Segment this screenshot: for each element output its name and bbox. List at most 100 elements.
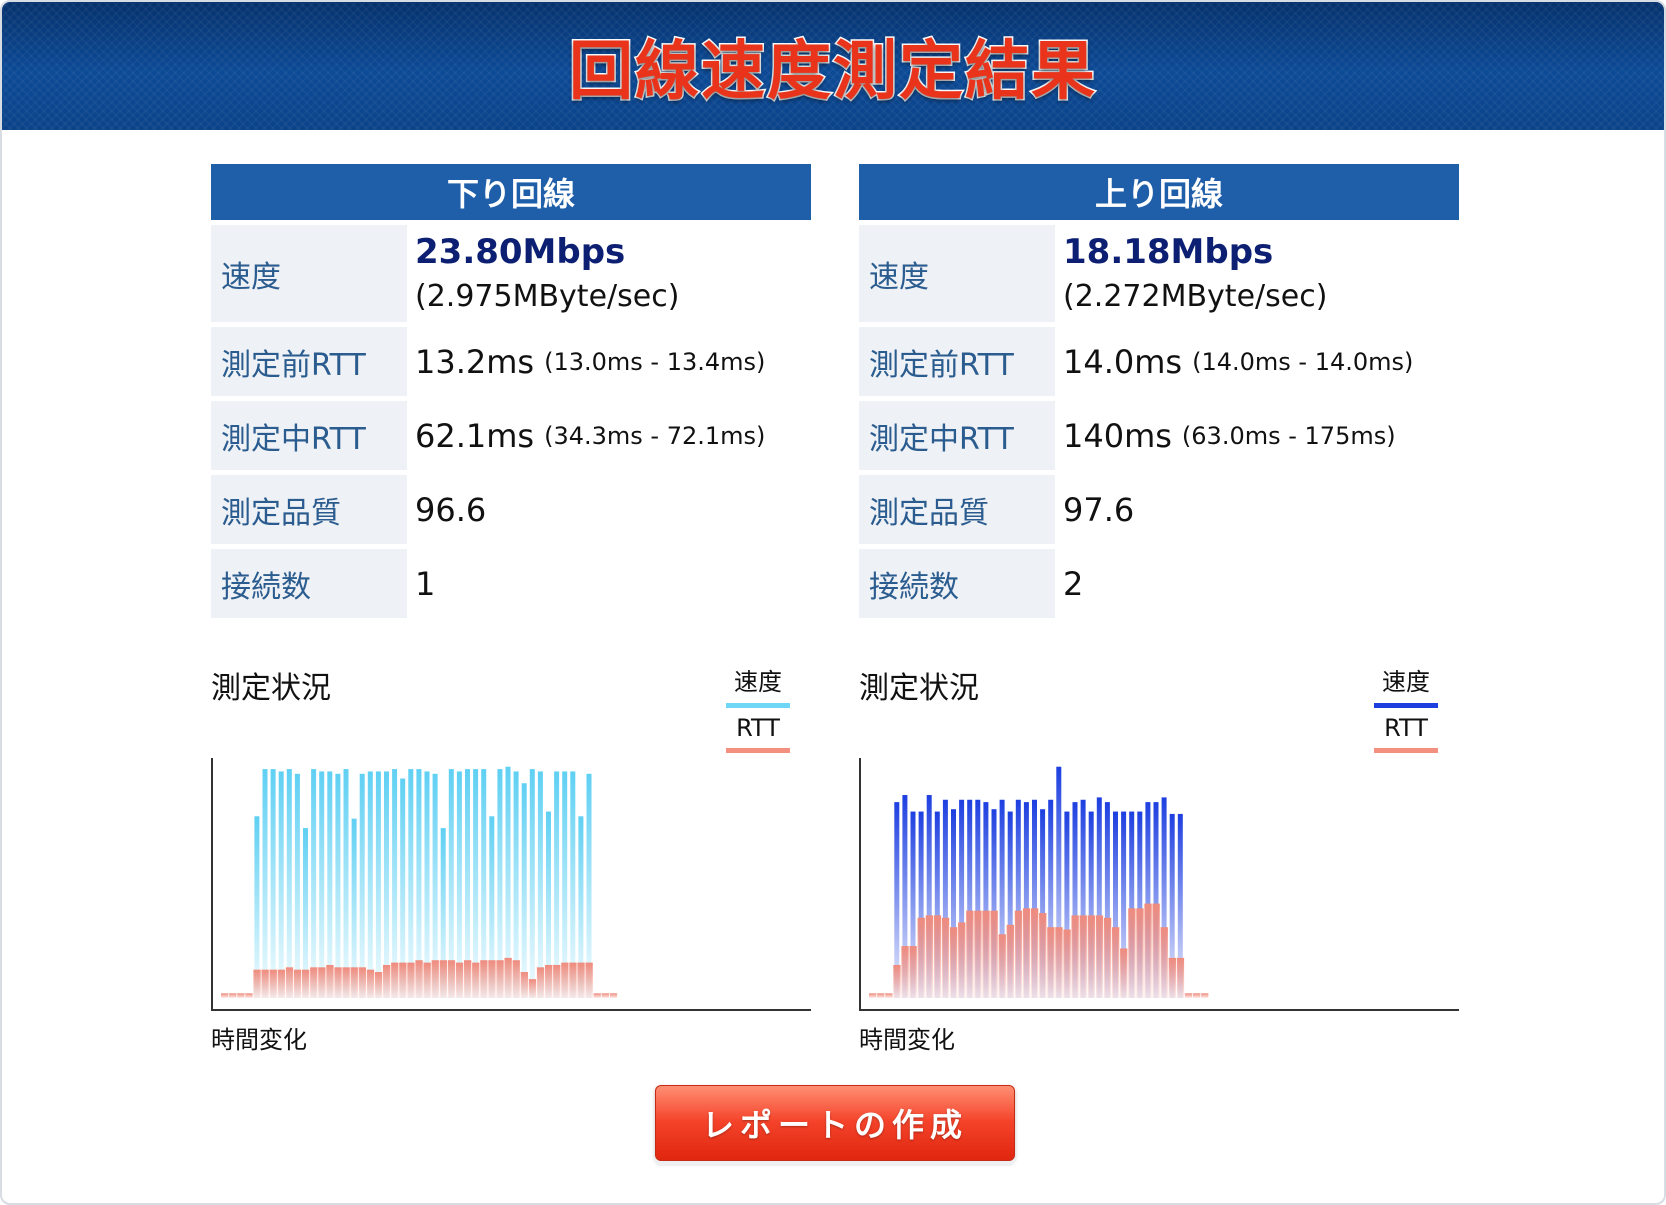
- rtt-bar: [496, 960, 504, 998]
- rtt-bar: [520, 972, 528, 998]
- rtt-before-range: (14.0ms - 14.0ms): [1192, 347, 1414, 376]
- rtt-bar: [561, 962, 569, 998]
- downlink-status-title: 測定状況: [211, 671, 331, 706]
- quality-label: 測定品質: [211, 475, 407, 544]
- rtt-before-label: 測定前RTT: [859, 327, 1055, 396]
- rtt-bar: [1055, 927, 1063, 998]
- rtt-bar: [1152, 903, 1160, 998]
- speed-bar: [384, 771, 389, 998]
- downlink-heading: 下り回線: [211, 164, 811, 220]
- rtt-bar: [261, 969, 269, 998]
- rtt-bar: [593, 993, 601, 998]
- rtt-bar: [974, 910, 982, 998]
- rtt-bar: [334, 967, 342, 998]
- speed-mbyte: (2.975MByte/sec): [415, 278, 680, 314]
- rtt-bar: [569, 962, 577, 998]
- rtt-bar: [229, 993, 237, 998]
- uplink-time-label: 時間変化: [859, 1026, 955, 1054]
- rtt-bar: [990, 910, 998, 998]
- rtt-bar: [221, 993, 229, 998]
- speed-mbps: 23.80Mbps: [415, 231, 626, 272]
- downlink-chart: [211, 758, 811, 1014]
- speed-bar: [278, 771, 284, 998]
- uplink-legend-speed: 速度: [1374, 662, 1438, 708]
- speed-bar: [286, 769, 292, 998]
- rtt-bar: [1071, 915, 1079, 998]
- rtt-bar: [1095, 915, 1104, 998]
- rtt-bar: [1063, 929, 1071, 998]
- rtt-before-main: 14.0ms: [1063, 342, 1183, 381]
- rtt-bar: [1031, 908, 1039, 998]
- uplink-legend-rtt: RTT: [1374, 714, 1438, 753]
- rtt-bar: [1039, 913, 1047, 998]
- rtt-during-value: 140ms (63.0ms - 175ms): [1055, 401, 1459, 470]
- legend-speed-label: 速度: [734, 668, 782, 696]
- rtt-bar: [245, 993, 253, 998]
- rtt-bar: [917, 917, 925, 998]
- connections-label: 接続数: [859, 549, 1055, 618]
- downlink-rtt-before-row: 測定前RTT 13.2ms (13.0ms - 13.4ms): [211, 327, 811, 396]
- rtt-bar: [941, 917, 950, 998]
- rtt-bar: [302, 969, 310, 998]
- rtt-bar: [1184, 993, 1193, 998]
- uplink-quality-row: 測定品質 97.6: [859, 475, 1459, 544]
- rtt-bar: [342, 967, 350, 998]
- speed-bar: [375, 771, 381, 998]
- downlink-panel: 下り回線 速度 23.80Mbps (2.975MByte/sec) 測定前RT…: [211, 164, 811, 618]
- uplink-status-title: 測定状況: [859, 671, 979, 706]
- uplink-chart: [859, 758, 1459, 1014]
- legend-speed-label: 速度: [1382, 668, 1430, 696]
- speed-mbyte: (2.272MByte/sec): [1063, 278, 1328, 314]
- rtt-bar: [318, 967, 326, 998]
- rtt-before-main: 13.2ms: [415, 342, 535, 381]
- downlink-legend-speed: 速度: [726, 662, 790, 708]
- rtt-bar: [958, 922, 966, 998]
- legend-rtt-swatch: [1374, 748, 1438, 753]
- rtt-bar: [374, 972, 383, 998]
- downlink-time-label: 時間変化: [211, 1026, 307, 1054]
- rtt-bar: [877, 993, 885, 998]
- rtt-bar: [528, 979, 537, 998]
- rtt-before-value: 13.2ms (13.0ms - 13.4ms): [407, 327, 811, 396]
- rtt-bar: [464, 960, 472, 998]
- rtt-bar: [536, 967, 545, 998]
- speed-bar: [262, 769, 268, 998]
- rtt-bar: [1136, 908, 1144, 998]
- rtt-bar: [1014, 910, 1023, 998]
- rtt-bar: [350, 967, 358, 998]
- rtt-bar: [431, 960, 439, 998]
- rtt-during-label: 測定中RTT: [859, 401, 1055, 470]
- rtt-during-range: (63.0ms - 175ms): [1181, 421, 1396, 450]
- rtt-bar: [488, 960, 496, 998]
- rtt-before-label: 測定前RTT: [211, 327, 407, 396]
- downlink-quality-row: 測定品質 96.6: [211, 475, 811, 544]
- rtt-bar: [455, 962, 464, 998]
- rtt-bar: [950, 927, 958, 998]
- rtt-bar: [577, 962, 585, 998]
- rtt-bar: [1112, 927, 1120, 998]
- rtt-before-range: (13.0ms - 13.4ms): [544, 347, 766, 376]
- uplink-connections-row: 接続数 2: [859, 549, 1459, 618]
- result-card: 回線速度測定結果 下り回線 速度 23.80Mbps (2.975MByte/s…: [0, 0, 1666, 1205]
- rtt-during-range: (34.3ms - 72.1ms): [544, 421, 766, 450]
- rtt-bar: [407, 962, 415, 998]
- rtt-bar: [601, 993, 609, 998]
- chart-svg: [859, 758, 1459, 1011]
- speed-bar: [319, 771, 325, 998]
- rtt-before-value: 14.0ms (14.0ms - 14.0ms): [1055, 327, 1459, 396]
- quality-value: 97.6: [1063, 490, 1135, 529]
- uplink-heading: 上り回線: [859, 164, 1459, 220]
- rtt-bar: [869, 993, 877, 998]
- rtt-bar: [982, 910, 990, 998]
- rtt-bar: [1103, 917, 1112, 998]
- create-report-button[interactable]: レポートの作成: [655, 1085, 1015, 1161]
- rtt-bar: [285, 967, 294, 998]
- speed-bar: [311, 769, 317, 998]
- rtt-bar: [545, 964, 553, 998]
- rtt-bar: [893, 964, 901, 998]
- rtt-during-value: 62.1ms (34.3ms - 72.1ms): [407, 401, 811, 470]
- rtt-bar: [277, 969, 285, 998]
- rtt-bar: [1128, 908, 1136, 998]
- rtt-bar: [504, 957, 512, 998]
- rtt-bar: [1087, 915, 1095, 998]
